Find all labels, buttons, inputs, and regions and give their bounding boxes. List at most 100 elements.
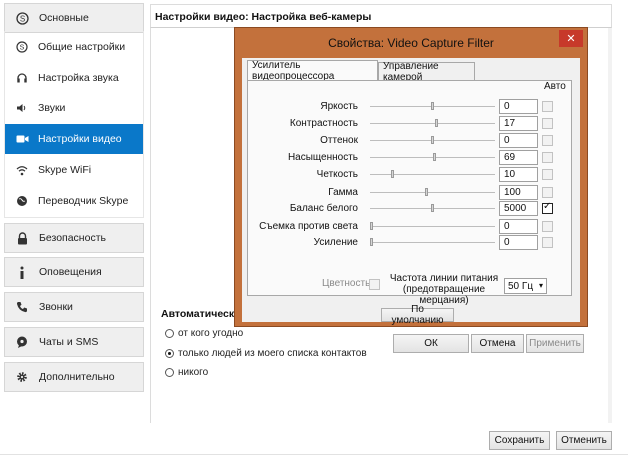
property-label: Оттенок bbox=[320, 135, 358, 146]
apply-button[interactable]: Применить bbox=[526, 334, 584, 353]
slider-track[interactable] bbox=[370, 226, 495, 227]
powerline-label-line: (предотвращение bbox=[402, 284, 486, 295]
slider-thumb[interactable] bbox=[431, 136, 434, 144]
value-field[interactable]: 10 bbox=[499, 167, 538, 182]
skype-icon: S bbox=[15, 11, 29, 25]
page-title: Настройки видео: Настройка веб-камеры bbox=[155, 11, 372, 23]
auto-column-header: Авто bbox=[544, 81, 566, 92]
sidebar-item-label: Настройки видео bbox=[38, 133, 122, 145]
slider-track[interactable] bbox=[370, 123, 495, 124]
powerline-select[interactable]: 50 Гц ▾ bbox=[504, 278, 547, 294]
phone-icon bbox=[15, 300, 29, 314]
dialog-title: Свойства: Video Capture Filter bbox=[328, 36, 494, 50]
value-field[interactable]: 0 bbox=[499, 219, 538, 234]
value-field[interactable]: 0 bbox=[499, 99, 538, 114]
slider-thumb[interactable] bbox=[370, 222, 373, 230]
sidebar-item-general-settings[interactable]: S Общие настройки bbox=[5, 32, 143, 62]
slider-thumb[interactable] bbox=[431, 204, 434, 212]
radio-contacts-only[interactable]: только людей из моего списка контактов bbox=[165, 348, 367, 359]
powerline-label-line: Частота линии питания bbox=[389, 273, 499, 284]
slider-thumb[interactable] bbox=[435, 119, 438, 127]
info-icon bbox=[15, 265, 29, 279]
close-button[interactable]: ✕ bbox=[559, 30, 583, 47]
property-label: Гамма bbox=[328, 187, 358, 198]
scrollbar[interactable] bbox=[608, 28, 612, 423]
property-label: Баланс белого bbox=[289, 203, 358, 214]
slider-thumb[interactable] bbox=[431, 102, 434, 110]
sidebar-item-label: Переводчик Skype bbox=[38, 195, 129, 207]
dialog-cancel-button[interactable]: Отмена bbox=[471, 334, 524, 353]
radio-button[interactable] bbox=[165, 368, 174, 377]
value-field[interactable]: 69 bbox=[499, 150, 538, 165]
sidebar-section-label: Оповещения bbox=[39, 266, 102, 278]
auto-checkbox[interactable] bbox=[542, 187, 553, 198]
page-header: Настройки видео: Настройка веб-камеры bbox=[150, 4, 612, 28]
sidebar-section-chats[interactable]: Чаты и SMS bbox=[4, 327, 144, 357]
sidebar-item-skype-translator[interactable]: Переводчик Skype bbox=[5, 186, 143, 216]
auto-checkbox[interactable] bbox=[542, 118, 553, 129]
color-checkbox[interactable] bbox=[369, 279, 380, 290]
chevron-down-icon: ▾ bbox=[538, 281, 543, 290]
sidebar-section-label: Чаты и SMS bbox=[39, 336, 99, 348]
auto-checkbox[interactable] bbox=[542, 201, 553, 214]
sidebar-section-advanced[interactable]: Дополнительно bbox=[4, 362, 144, 392]
save-button[interactable]: Сохранить bbox=[489, 431, 550, 450]
slider-thumb[interactable] bbox=[425, 188, 428, 196]
color-label: Цветность bbox=[322, 278, 371, 289]
radio-label: никого bbox=[178, 367, 209, 378]
radio-button[interactable] bbox=[165, 329, 174, 338]
property-label: Съемка против света bbox=[259, 221, 358, 232]
wifi-icon bbox=[15, 163, 29, 177]
sidebar-item-label: Skype WiFi bbox=[38, 164, 92, 176]
value-field[interactable]: 17 bbox=[499, 116, 538, 131]
auto-checkbox[interactable] bbox=[542, 237, 553, 248]
slider-thumb[interactable] bbox=[370, 238, 373, 246]
skype-icon: S bbox=[15, 40, 29, 54]
sidebar-item-label: Настройка звука bbox=[38, 72, 119, 84]
sidebar-section-security[interactable]: Безопасность bbox=[4, 223, 144, 253]
sidebar-section-notifications[interactable]: Оповещения bbox=[4, 257, 144, 287]
auto-checkbox[interactable] bbox=[542, 169, 553, 180]
camera-icon bbox=[15, 132, 29, 146]
default-button[interactable]: По умолчанию bbox=[381, 304, 454, 326]
sidebar-section-label: Основные bbox=[39, 12, 89, 24]
slider-thumb[interactable] bbox=[433, 153, 436, 161]
cancel-button[interactable]: Отменить bbox=[556, 431, 612, 450]
sidebar-item-label: Общие настройки bbox=[38, 41, 126, 53]
headset-icon bbox=[15, 71, 29, 85]
sidebar-section-general[interactable]: S Основные bbox=[4, 3, 144, 33]
sidebar-item-sounds[interactable]: Звуки bbox=[5, 93, 143, 123]
svg-text:S: S bbox=[19, 14, 24, 23]
close-icon: ✕ bbox=[566, 33, 576, 45]
sidebar-item-skype-wifi[interactable]: Skype WiFi bbox=[5, 155, 143, 185]
value-field[interactable]: 0 bbox=[499, 133, 538, 148]
sidebar-item-video-settings[interactable]: Настройки видео bbox=[5, 124, 143, 154]
radio-label: от кого угодно bbox=[178, 328, 244, 339]
slider-track[interactable] bbox=[370, 174, 495, 175]
auto-answer-title: Автоматически bbox=[161, 308, 241, 320]
powerline-value: 50 Гц bbox=[508, 280, 534, 292]
property-label: Четкость bbox=[316, 169, 358, 180]
radio-button[interactable] bbox=[165, 349, 174, 358]
value-field[interactable]: 100 bbox=[499, 185, 538, 200]
radio-anyone[interactable]: от кого угодно bbox=[165, 328, 243, 339]
sidebar-item-audio-settings[interactable]: Настройка звука bbox=[5, 63, 143, 93]
value-field[interactable]: 5000 bbox=[499, 201, 538, 216]
tab-video-proc-amp[interactable]: Усилитель видеопроцессора bbox=[247, 60, 378, 82]
auto-checkbox[interactable] bbox=[542, 101, 553, 112]
auto-checkbox[interactable] bbox=[542, 221, 553, 232]
slider-track[interactable] bbox=[370, 192, 495, 193]
radio-nobody[interactable]: никого bbox=[165, 367, 208, 378]
property-label: Контрастность bbox=[289, 118, 358, 129]
globe-icon bbox=[15, 194, 29, 208]
slider-track[interactable] bbox=[370, 242, 495, 243]
powerline-label: Частота линии питания (предотвращение ме… bbox=[389, 273, 499, 306]
slider-thumb[interactable] bbox=[391, 170, 394, 178]
value-field[interactable]: 0 bbox=[499, 235, 538, 250]
auto-checkbox[interactable] bbox=[542, 152, 553, 163]
sidebar-section-calls[interactable]: Звонки bbox=[4, 292, 144, 322]
auto-checkbox[interactable] bbox=[542, 135, 553, 146]
ok-button[interactable]: ОК bbox=[393, 334, 469, 353]
tab-camera-control[interactable]: Управление камерой bbox=[378, 61, 475, 83]
sidebar-section-label: Звонки bbox=[39, 301, 73, 313]
